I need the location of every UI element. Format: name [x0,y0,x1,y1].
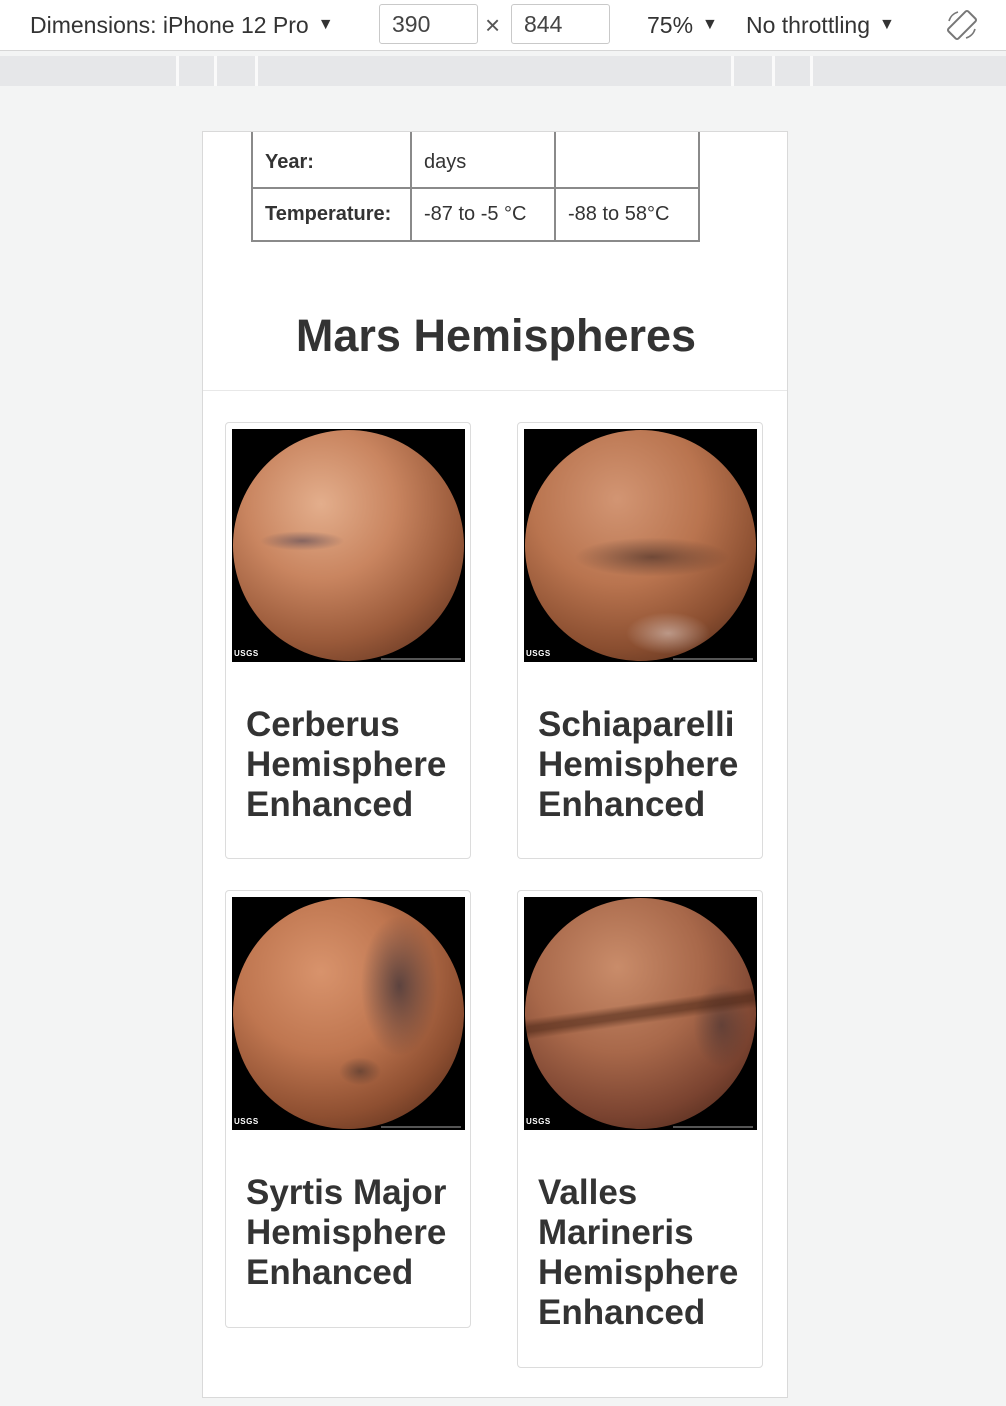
chevron-down-icon: ▼ [317,16,334,33]
hemisphere-card[interactable]: USGS Schiaparelli Hemisphere Enhanced [517,422,763,859]
usgs-label: USGS [526,649,551,658]
table-cell: days [410,132,556,189]
table-cell: Temperature: [251,187,412,242]
device-toolbar: Dimensions: iPhone 12 Pro ▼ × 75% ▼ No t… [0,0,1006,51]
emulated-viewport: Year: days Temperature: -87 to -5 °C -88… [202,131,788,1398]
device-dimensions-label: Dimensions: iPhone 12 Pro [30,11,309,38]
height-input[interactable] [511,4,610,44]
rotate-icon [946,9,978,41]
media-query-bar[interactable] [0,56,1006,86]
mars-globe-image [233,898,464,1129]
media-query-marker [214,56,217,86]
caption-line [673,658,753,660]
table-row: Temperature: -87 to -5 °C -88 to 58°C [251,187,700,242]
hemisphere-title[interactable]: Schiaparelli Hemisphere Enhanced [538,705,753,825]
table-cell [554,132,700,189]
mars-facts-table: Year: days Temperature: -87 to -5 °C -88… [251,132,700,242]
hemisphere-image[interactable]: USGS [232,429,465,662]
media-query-marker [772,56,775,86]
hemisphere-image[interactable]: USGS [524,429,757,662]
media-query-marker [176,56,179,86]
hemisphere-title[interactable]: Syrtis Major Hemisphere Enhanced [246,1173,461,1293]
table-cell: -87 to -5 °C [410,187,556,242]
table-cell: -88 to 58°C [554,187,700,242]
rotate-button[interactable] [945,0,979,50]
device-dimensions-select[interactable]: Dimensions: iPhone 12 Pro ▼ [30,0,334,50]
caption-line [673,1126,753,1128]
hemisphere-image[interactable]: USGS [524,897,757,1130]
width-input[interactable] [379,4,478,44]
table-cell: Year: [251,132,412,189]
media-query-marker [810,56,813,86]
usgs-label: USGS [234,649,259,658]
caption-line [381,1126,461,1128]
media-query-marker [731,56,734,86]
mars-globe-image [525,430,756,661]
hemisphere-image[interactable]: USGS [232,897,465,1130]
chevron-down-icon: ▼ [879,16,895,33]
mars-globe-image [233,430,464,661]
section-title: Mars Hemispheres [295,310,697,361]
hemisphere-title[interactable]: Valles Marineris Hemisphere Enhanced [538,1173,753,1333]
media-query-marker [255,56,258,86]
table-row: Year: days [251,132,700,189]
times-icon: × [485,9,501,40]
zoom-label: 75% [647,11,694,38]
usgs-label: USGS [526,1117,551,1126]
usgs-label: USGS [234,1117,259,1126]
zoom-select[interactable]: 75% ▼ [647,0,718,50]
caption-line [381,658,461,660]
hemisphere-card[interactable]: USGS Valles Marineris Hemisphere Enhance… [517,890,763,1368]
hemisphere-card[interactable]: USGS Syrtis Major Hemisphere Enhanced [225,890,471,1328]
throttling-select[interactable]: No throttling ▼ [746,0,895,50]
hemisphere-card[interactable]: USGS Cerberus Hemisphere Enhanced [225,422,471,859]
mars-globe-image [525,898,756,1129]
throttling-label: No throttling [746,11,871,38]
divider [203,390,787,391]
hemisphere-title[interactable]: Cerberus Hemisphere Enhanced [246,705,461,825]
chevron-down-icon: ▼ [702,16,718,33]
